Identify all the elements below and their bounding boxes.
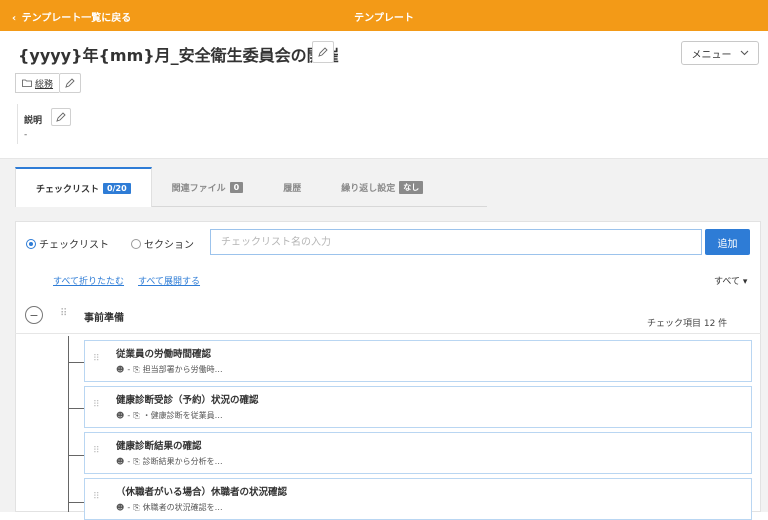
tree-branch (68, 455, 84, 456)
document-icon: ⎘ (133, 410, 140, 420)
collapse-section-button[interactable]: − (25, 306, 43, 324)
expand-all-link[interactable]: すべて展開する (138, 274, 200, 287)
item-meta: ☻ - ⎘ 担当部署から労働時… (116, 364, 223, 375)
edit-description-button[interactable] (51, 108, 71, 126)
item-title: 健康診断結果の確認 (116, 441, 202, 452)
tab-bar: チェックリスト 0/20 関連ファイル 0 履歴 繰り返し設定 なし (15, 167, 443, 207)
tab-related-files[interactable]: 関連ファイル 0 (152, 167, 264, 207)
chevron-down-icon (740, 50, 748, 56)
category-label: 総務 (35, 79, 54, 90)
description-value: - (24, 130, 28, 140)
template-title: {yyyy}年{mm}月_安全衛生委員会の開催 (18, 46, 339, 65)
user-icon: ☻ (116, 457, 125, 466)
edit-category-button[interactable] (59, 73, 82, 93)
checklist-item[interactable]: ⠿ 健康診断結果の確認 ☻ - ⎘ 診断結果から分析を… (84, 432, 752, 474)
pencil-icon (65, 78, 75, 88)
radio-checklist-label: チェックリスト (39, 240, 109, 251)
item-assignee: - (127, 411, 131, 420)
drag-handle-icon[interactable]: ⠿ (93, 400, 100, 410)
category-group: 総務 (15, 73, 82, 93)
tab-label: チェックリスト (36, 184, 100, 195)
drag-handle-icon[interactable]: ⠿ (93, 492, 100, 502)
radio-selected-icon (26, 238, 36, 249)
filter-label: すべて (714, 277, 741, 287)
pencil-icon (318, 47, 328, 57)
menu-label: メニュー (691, 49, 732, 61)
tree-branch (68, 408, 84, 409)
checklist-item[interactable]: ⠿ 健康診断受診（予約）状況の確認 ☻ - ⎘ ・健康診断を従業員… (84, 386, 752, 428)
drag-handle-icon[interactable]: ⠿ (93, 354, 100, 364)
back-to-list-link[interactable]: ‹ テンプレート一覧に戻る (12, 9, 131, 24)
caret-down-icon: ▾ (742, 277, 748, 287)
item-meta: ☻ - ⎘ 休職者の状況確認を… (116, 502, 223, 513)
repeat-status-badge: なし (399, 180, 424, 194)
description-label: 説明 (24, 116, 43, 126)
user-icon: ☻ (116, 503, 125, 512)
checklist-count-badge: 0/20 (103, 182, 131, 194)
item-note: 担当部署から労働時… (142, 365, 223, 374)
radio-section-label: セクション (144, 240, 194, 251)
pencil-icon (56, 112, 66, 122)
document-icon: ⎘ (133, 456, 140, 466)
description-divider (17, 104, 18, 144)
checklist-item[interactable]: ⠿ 従業員の労働時間確認 ☻ - ⎘ 担当部署から労働時… (84, 340, 752, 382)
section-item-count: チェック項目 12 件 (647, 319, 728, 329)
chevron-left-icon: ‹ (12, 13, 17, 24)
user-icon: ☻ (116, 411, 125, 420)
drag-handle-icon[interactable]: ⠿ (93, 446, 100, 456)
item-note: 休職者の状況確認を… (142, 503, 223, 512)
radio-checklist[interactable]: チェックリスト (26, 236, 109, 251)
tree-branch (68, 502, 84, 503)
drag-handle-icon[interactable]: ⠿ (60, 308, 67, 319)
menu-button[interactable]: メニュー (681, 41, 759, 65)
add-button[interactable]: 追加 (705, 229, 750, 255)
top-bar: ‹ テンプレート一覧に戻る テンプレート (0, 0, 768, 31)
item-title: 従業員の労働時間確認 (116, 349, 212, 360)
tab-history[interactable]: 履歴 (263, 167, 321, 207)
edit-title-button[interactable] (312, 41, 334, 63)
item-assignee: - (127, 365, 131, 374)
item-meta: ☻ - ⎘ 診断結果から分析を… (116, 456, 223, 467)
document-icon: ⎘ (133, 364, 140, 374)
folder-icon (22, 79, 32, 87)
filter-dropdown[interactable]: すべて ▾ (714, 274, 747, 287)
checklist-name-input[interactable] (210, 229, 702, 255)
tab-label: 関連ファイル (171, 183, 226, 194)
item-title: （休職者がいる場合）休職者の状況確認 (116, 487, 288, 498)
tab-label: 繰り返し設定 (341, 183, 396, 194)
files-count-badge: 0 (229, 181, 244, 193)
section-title: 事前準備 (84, 313, 124, 324)
item-note: 診断結果から分析を… (142, 457, 223, 466)
document-icon: ⎘ (133, 502, 140, 512)
checklist-item[interactable]: ⠿ （休職者がいる場合）休職者の状況確認 ☻ - ⎘ 休職者の状況確認を… (84, 478, 752, 520)
item-assignee: - (127, 457, 131, 466)
item-title: 健康診断受診（予約）状況の確認 (116, 395, 259, 406)
radio-unselected-icon (131, 238, 141, 249)
user-icon: ☻ (116, 365, 125, 374)
collapse-all-link[interactable]: すべて折りたたむ (53, 274, 124, 287)
tab-checklist[interactable]: チェックリスト 0/20 (15, 167, 152, 207)
item-assignee: - (127, 503, 131, 512)
back-label: テンプレート一覧に戻る (21, 13, 132, 24)
tab-label: 履歴 (283, 183, 302, 194)
radio-section[interactable]: セクション (131, 236, 194, 251)
item-note: ・健康診断を従業員… (142, 411, 223, 420)
tab-repeat-settings[interactable]: 繰り返し設定 なし (321, 167, 443, 207)
tree-branch (68, 362, 84, 363)
item-meta: ☻ - ⎘ ・健康診断を従業員… (116, 410, 223, 421)
category-tag[interactable]: 総務 (15, 73, 60, 93)
